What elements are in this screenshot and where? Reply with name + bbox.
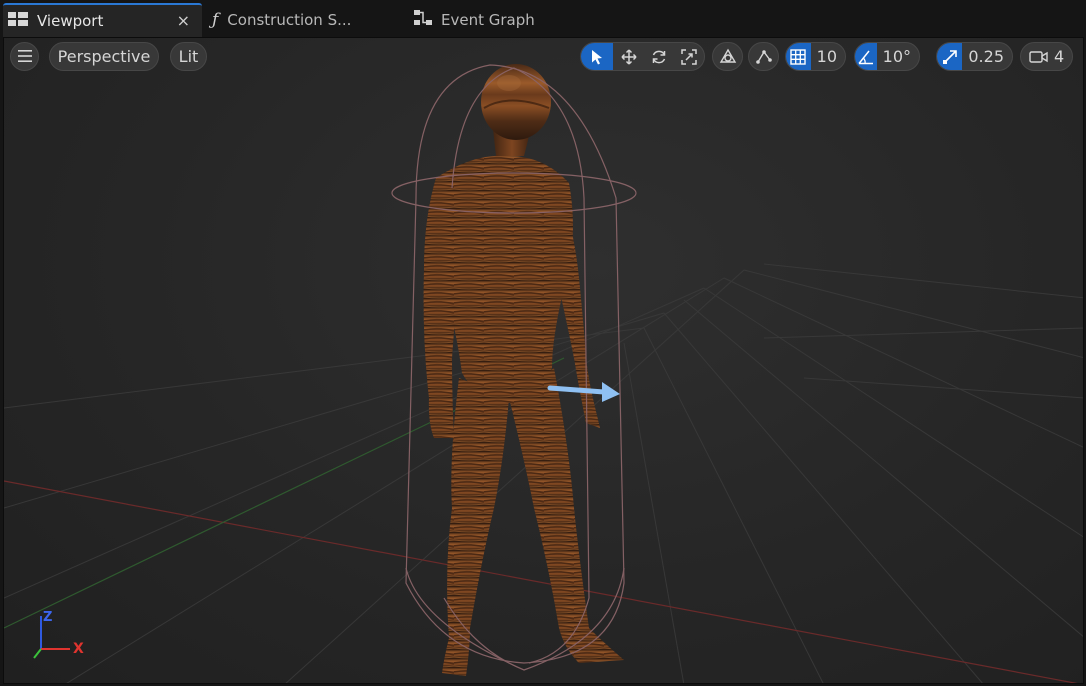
- grid-snap-group: 10: [785, 42, 846, 71]
- scale-tool-button[interactable]: [674, 43, 704, 70]
- lighting-mode-label: Lit: [178, 47, 199, 66]
- surface-snapping-button[interactable]: [748, 42, 779, 71]
- scale-icon: [681, 48, 697, 65]
- lighting-mode-button[interactable]: Lit: [170, 42, 207, 71]
- camera-speed-button[interactable]: 4: [1020, 42, 1073, 71]
- axis-x-label: X: [73, 641, 84, 657]
- rotate-icon: [652, 50, 666, 63]
- tab-viewport[interactable]: Viewport ×: [3, 3, 202, 37]
- view-mode-button[interactable]: Perspective: [49, 42, 159, 71]
- camera-speed-value: 4: [1054, 47, 1065, 66]
- tab-bar: Viewport × ƒ Construction S... Event Gra…: [0, 0, 1086, 37]
- scale-snap-group: 0.25: [936, 42, 1013, 71]
- grid-snap-toggle[interactable]: [786, 43, 811, 70]
- function-icon: ƒ: [212, 10, 219, 30]
- close-icon[interactable]: ×: [177, 11, 190, 30]
- translate-tool-button[interactable]: [613, 43, 644, 70]
- move-icon: [620, 48, 637, 65]
- tab-label: Construction S...: [227, 11, 352, 29]
- view-mode-label: Perspective: [57, 47, 151, 66]
- transform-tools: [580, 42, 705, 71]
- grid-icon: [790, 48, 807, 65]
- world-space-icon: [719, 48, 736, 63]
- scale-snap-icon: [942, 49, 957, 64]
- scale-snap-value[interactable]: 0.25: [962, 43, 1012, 70]
- character-mesh[interactable]: [423, 64, 624, 676]
- viewport-scene[interactable]: [4, 38, 1084, 684]
- viewport-grid-icon: [8, 12, 28, 30]
- viewport-menu-button[interactable]: [10, 42, 39, 71]
- tab-label: Event Graph: [441, 11, 535, 29]
- rotation-snap-group: 10°: [854, 42, 920, 71]
- hamburger-icon: [17, 47, 32, 66]
- rotation-snap-value[interactable]: 10°: [877, 43, 919, 70]
- rotation-snap-toggle[interactable]: [855, 43, 877, 70]
- rotate-tool-button[interactable]: [644, 43, 674, 70]
- event-graph-icon: [414, 10, 432, 30]
- cursor-icon: [592, 49, 602, 64]
- camera-icon: [1029, 50, 1048, 63]
- viewport[interactable]: Z X Perspective Lit 10 10° 0.25 4: [3, 37, 1084, 684]
- angle-icon: [858, 50, 873, 64]
- surface-snap-icon: [755, 49, 772, 64]
- tab-label: Viewport: [37, 12, 104, 30]
- axis-z-label: Z: [43, 610, 53, 625]
- grid-snap-value[interactable]: 10: [811, 43, 845, 70]
- select-tool-button[interactable]: [581, 43, 613, 70]
- tab-event-graph[interactable]: Event Graph: [414, 3, 574, 37]
- tab-construction-script[interactable]: ƒ Construction S...: [212, 3, 397, 37]
- coordinate-space-button[interactable]: [712, 42, 743, 71]
- scale-snap-toggle[interactable]: [937, 43, 963, 70]
